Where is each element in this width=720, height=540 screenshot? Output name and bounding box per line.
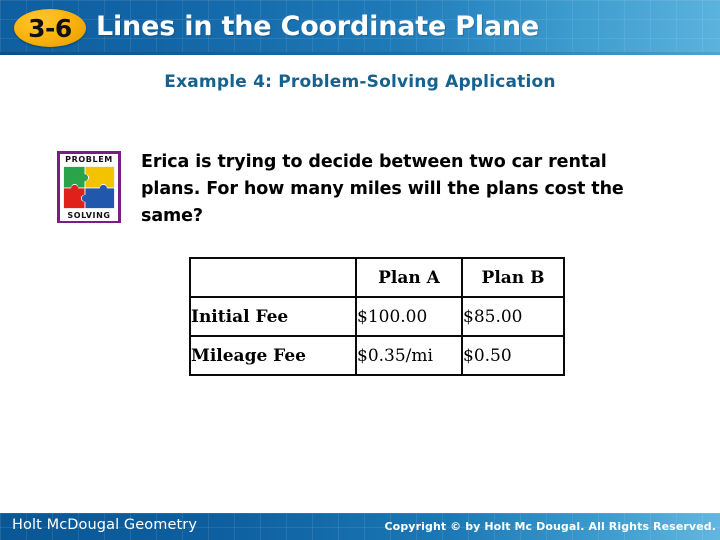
puzzle-pieces-icon — [63, 166, 115, 209]
table-header-plan-b: Plan B — [461, 257, 565, 298]
table-row: Initial Fee $100.00 $85.00 — [189, 296, 565, 337]
footer-copyright: Copyright © by Holt Mc Dougal. All Right… — [384, 520, 716, 533]
table-row: Mileage Fee $0.35/mi $0.50 — [189, 335, 565, 376]
example-subtitle: Example 4: Problem-Solving Application — [164, 72, 556, 92]
cell-mileage-fee-plan-b: $0.50 — [461, 335, 565, 376]
cell-initial-fee-plan-b: $85.00 — [461, 296, 565, 337]
row-label-mileage-fee: Mileage Fee — [189, 335, 357, 376]
plan-comparison-table: Plan A Plan B Initial Fee $100.00 $85.00… — [189, 257, 565, 376]
problem-solving-icon-bottom-label: SOLVING — [60, 210, 118, 222]
problem-solving-icon: PROBLEM SOLVING — [57, 151, 121, 223]
problem-solving-icon-top-label: PROBLEM — [60, 154, 118, 165]
table-header-plan-a: Plan A — [355, 257, 463, 298]
table-header-row: Plan A Plan B — [189, 257, 565, 298]
lesson-number-label: 3-6 — [28, 13, 72, 43]
cell-mileage-fee-plan-a: $0.35/mi — [355, 335, 463, 376]
problem-statement: Erica is trying to decide between two ca… — [141, 152, 624, 226]
table-header-blank — [189, 257, 357, 298]
header-divider — [0, 52, 720, 55]
footer-book-title: Holt McDougal Geometry — [12, 517, 198, 533]
page-title: Lines in the Coordinate Plane — [96, 11, 540, 42]
slide-footer-bar: Holt McDougal Geometry Copyright © by Ho… — [0, 513, 720, 540]
row-label-initial-fee: Initial Fee — [189, 296, 357, 337]
lesson-number-badge: 3-6 — [14, 9, 86, 47]
cell-initial-fee-plan-a: $100.00 — [355, 296, 463, 337]
slide-header-bar: 3-6 Lines in the Coordinate Plane — [0, 0, 720, 55]
